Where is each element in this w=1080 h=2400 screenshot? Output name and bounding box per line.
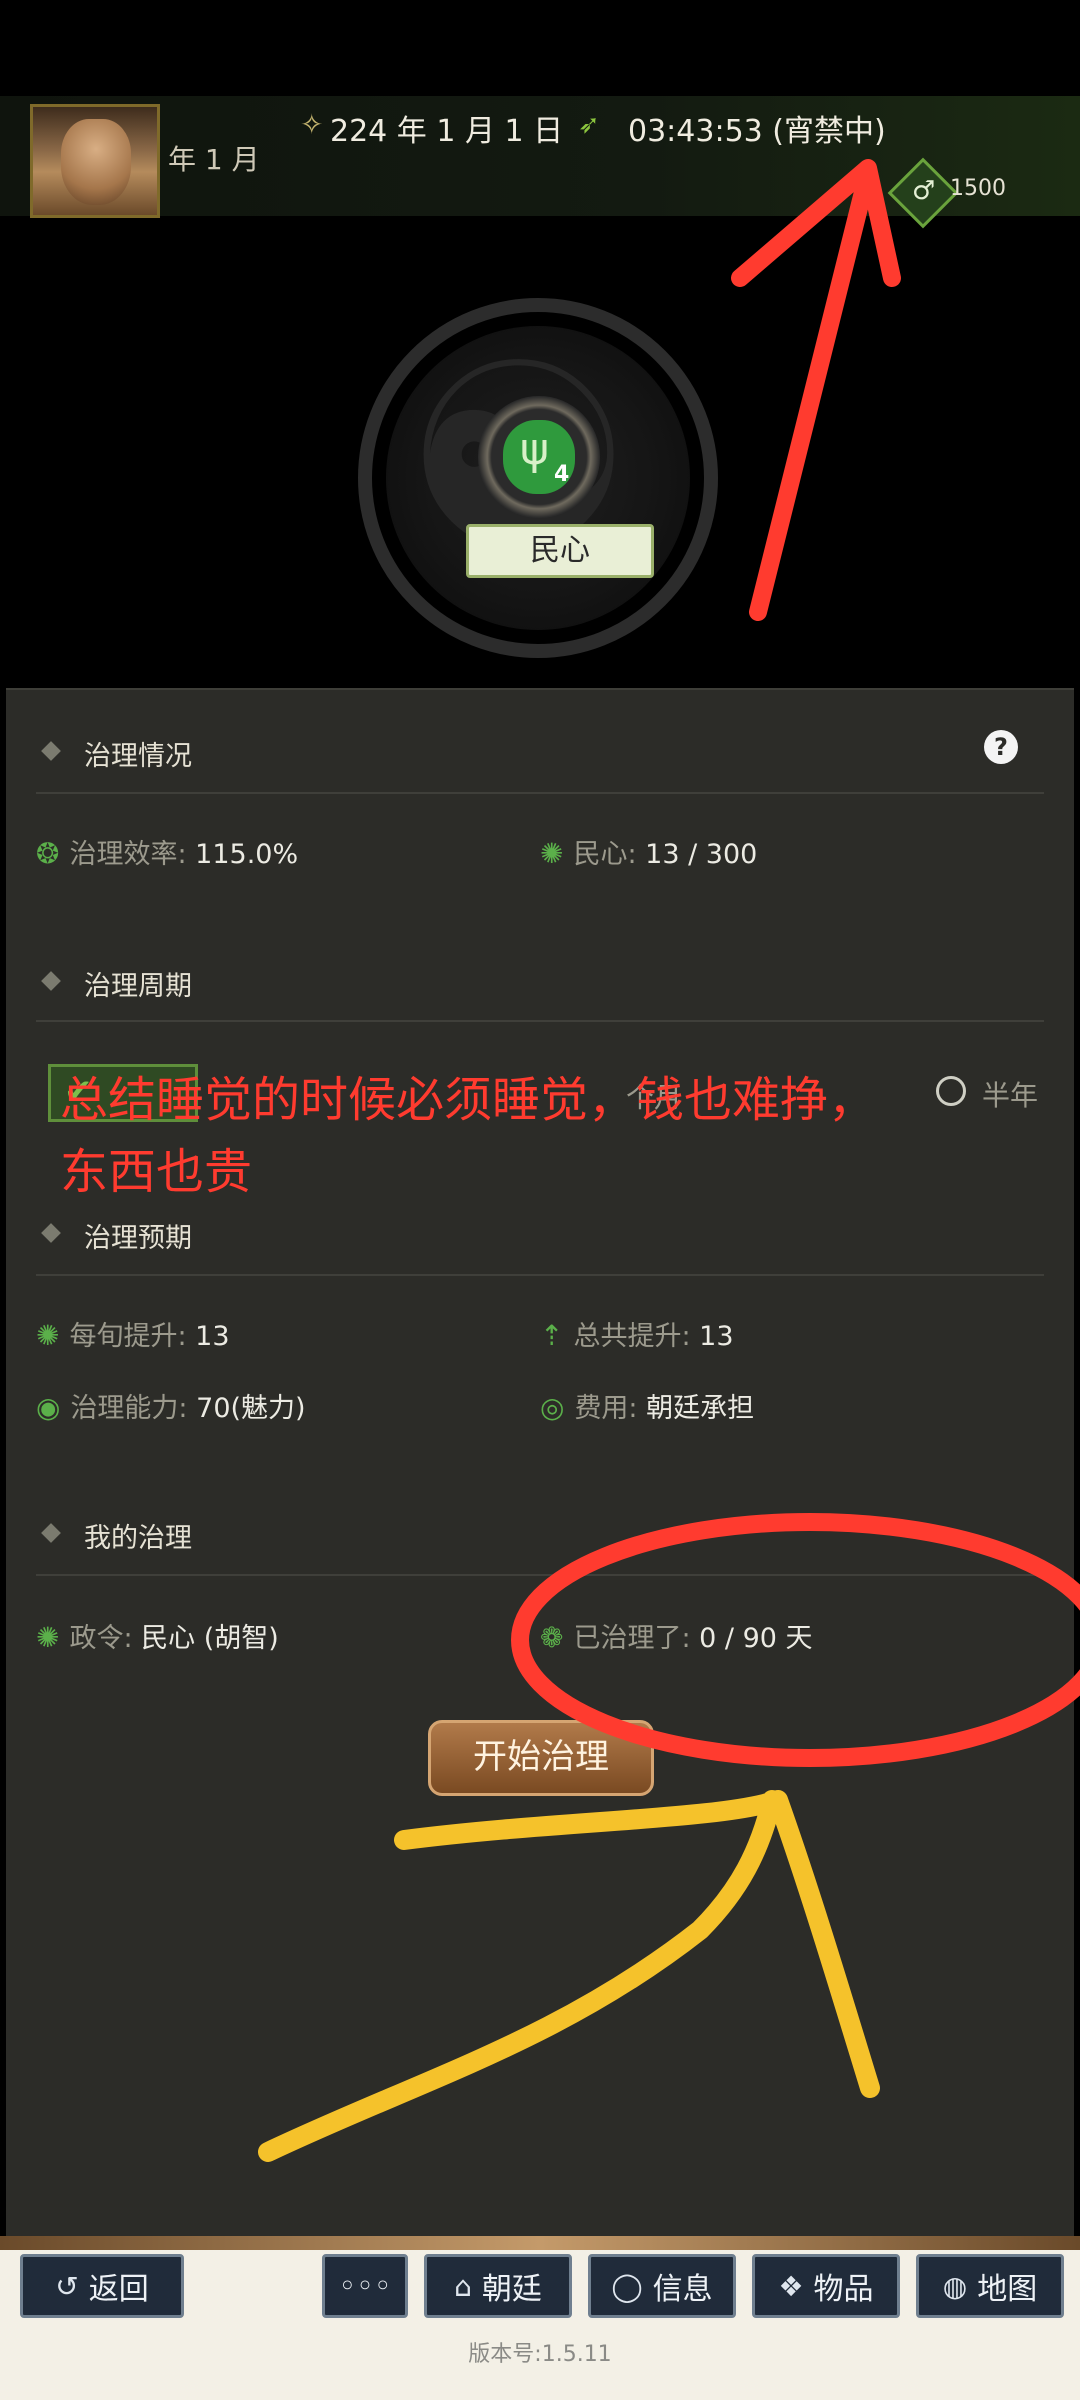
back-label: 返回 bbox=[88, 2272, 149, 2307]
chat-icon: ◯ bbox=[611, 2269, 643, 2303]
back-button[interactable]: ↺ 返回 bbox=[20, 2254, 184, 2318]
info-button[interactable]: ◯ 信息 bbox=[588, 2254, 736, 2318]
court-label: 朝廷 bbox=[481, 2272, 542, 2307]
palace-icon: ⌂ bbox=[454, 2269, 472, 2303]
back-arrow-icon: ↺ bbox=[55, 2269, 79, 2303]
map-label: 地图 bbox=[977, 2272, 1038, 2307]
more-label: ◦◦◦ bbox=[338, 2268, 392, 2304]
info-label: 信息 bbox=[652, 2272, 713, 2307]
items-button[interactable]: ❖ 物品 bbox=[752, 2254, 900, 2318]
annotation-line-2: 东西也贵 bbox=[60, 1144, 253, 1200]
nav-border bbox=[0, 2236, 1080, 2250]
annotation-line-1: 总结睡觉的时候必须睡觉，钱也难挣， bbox=[60, 1072, 877, 1128]
annotation-text: 总结睡觉的时候必须睡觉，钱也难挣， 东西也贵 bbox=[60, 1064, 1020, 1208]
version-text: 版本号:1.5.11 bbox=[468, 2342, 612, 2367]
items-label: 物品 bbox=[813, 2272, 874, 2307]
yellow-arrow-annotation bbox=[258, 1790, 880, 2162]
items-icon: ❖ bbox=[778, 2269, 804, 2303]
globe-icon: ◍ bbox=[942, 2269, 968, 2303]
red-circle-annotation bbox=[511, 1513, 1080, 1767]
map-button[interactable]: ◍ 地图 bbox=[916, 2254, 1064, 2318]
more-button[interactable]: ◦◦◦ bbox=[322, 2254, 408, 2318]
court-button[interactable]: ⌂ 朝廷 bbox=[424, 2254, 572, 2318]
red-arrow-annotation bbox=[731, 159, 901, 621]
